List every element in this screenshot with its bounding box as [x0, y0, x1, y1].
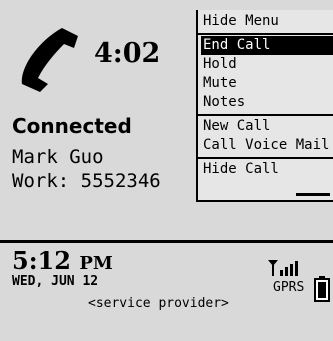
menu-separator [198, 33, 333, 35]
menu-item-notes[interactable]: Notes [201, 93, 333, 112]
menu-item-end-call[interactable]: End Call [201, 36, 333, 55]
call-timer: 4:02 [94, 38, 161, 69]
clock: 5:12 PM [12, 246, 113, 275]
clock-time: 5:12 [12, 246, 71, 275]
phone-handset-icon [21, 28, 78, 92]
menu-item-hide-menu[interactable]: Hide Menu [201, 12, 333, 31]
menu-item-mute[interactable]: Mute [201, 74, 333, 93]
phone-screen: 4:02 Connected Mark Guo Work: 5552346 Hi… [0, 0, 333, 341]
menu-separator [198, 114, 333, 116]
signal-bars-icon [268, 260, 298, 276]
menu-separator [198, 157, 333, 159]
contact-name: Mark Guo [12, 146, 104, 168]
menu-item-hide-call[interactable]: Hide Call [201, 160, 333, 179]
call-menu: Hide Menu End Call Hold Mute Notes New C… [196, 10, 333, 202]
menu-item-new-call[interactable]: New Call [201, 117, 333, 136]
date: WED, JUN 12 [12, 274, 99, 289]
service-provider: <service provider> [88, 296, 229, 311]
contact-number: Work: 5552346 [12, 170, 161, 192]
menu-item-call-voice-mail[interactable]: Call Voice Mail [201, 136, 333, 155]
battery-icon [314, 276, 330, 302]
clock-ampm: PM [79, 253, 113, 274]
call-status: Connected [12, 114, 132, 138]
menu-scroll-indicator [296, 193, 330, 196]
status-divider [0, 240, 333, 243]
network-type: GPRS [273, 280, 305, 295]
menu-item-hold[interactable]: Hold [201, 55, 333, 74]
